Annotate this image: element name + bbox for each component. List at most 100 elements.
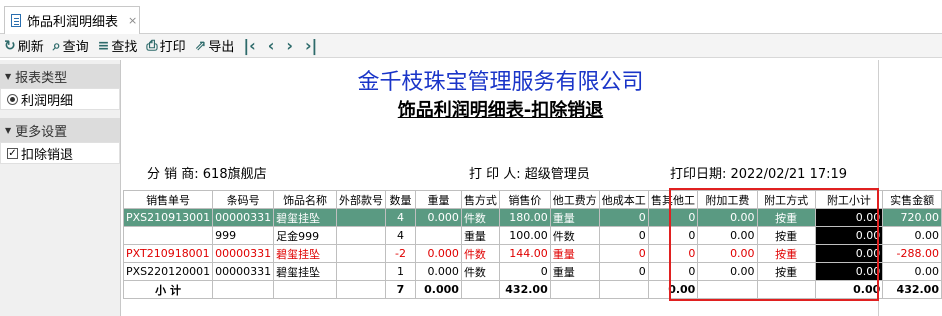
table-cell: 重量 bbox=[460, 226, 500, 245]
export-button[interactable]: ⇗ 导出 bbox=[194, 36, 235, 56]
checkbox-deduct-returns[interactable]: ✓ 扣除销退 bbox=[0, 142, 120, 164]
column-header[interactable]: 售方式 bbox=[460, 190, 500, 209]
table-cell: 432.00 bbox=[882, 280, 942, 299]
table-cell: 件数 bbox=[460, 244, 500, 263]
export-label: 导出 bbox=[208, 40, 235, 55]
table-cell: 重量 bbox=[549, 208, 600, 227]
table-cell: 碧玺挂坠 bbox=[273, 262, 337, 281]
first-page-icon[interactable]: |‹ bbox=[243, 36, 255, 55]
distributor-label: 分 销 商: 618旗舰店 bbox=[147, 167, 267, 182]
table-cell: 0 bbox=[498, 262, 551, 281]
column-header[interactable]: 实售金额 bbox=[882, 190, 942, 209]
table-cell: 0.000 bbox=[415, 262, 462, 281]
table-cell bbox=[598, 280, 649, 299]
column-header[interactable]: 数量 bbox=[385, 190, 416, 209]
column-header[interactable]: 条码号 bbox=[212, 190, 275, 209]
table-cell: PXS210913001 bbox=[122, 208, 214, 227]
table-cell bbox=[336, 262, 386, 281]
export-icon: ⇗ bbox=[194, 37, 207, 54]
document-icon bbox=[11, 14, 21, 27]
table-cell bbox=[549, 280, 600, 299]
report-title: 饰品利润明细表-扣除销退 bbox=[397, 100, 604, 121]
table-cell: 144.00 bbox=[498, 244, 551, 263]
table-cell bbox=[212, 280, 275, 299]
table-cell: 0 bbox=[598, 262, 649, 281]
toolbar: ↻ 刷新 ⌕ 查询 ≡ 查找 ⎙ 打印 ⇗ 导出 |‹ ‹ › ›| bbox=[0, 34, 942, 58]
report-area: 金千枝珠宝管理服务有限公司 饰品利润明细表-扣除销退 分 销 商: 618旗舰店… bbox=[122, 60, 942, 316]
column-header[interactable]: 他成本工 bbox=[598, 190, 649, 209]
collapse-icon: ▼ bbox=[5, 125, 12, 135]
find-icon: ≡ bbox=[97, 37, 110, 54]
table-cell: 0 bbox=[598, 226, 649, 245]
table-cell: 碧玺挂坠 bbox=[273, 244, 337, 263]
table-cell: 0.000 bbox=[415, 280, 462, 299]
collapse-icon: ▼ bbox=[5, 71, 12, 81]
query-button[interactable]: ⌕ 查询 bbox=[52, 36, 89, 56]
checkbox-icon: ✓ bbox=[7, 147, 18, 159]
table-cell bbox=[122, 226, 214, 245]
print-button[interactable]: ⎙ 打印 bbox=[146, 36, 186, 56]
column-header[interactable]: 重量 bbox=[415, 190, 462, 209]
search-icon: ⌕ bbox=[52, 37, 61, 54]
table-cell: 重量 bbox=[549, 262, 600, 281]
last-page-icon[interactable]: ›| bbox=[305, 36, 317, 55]
print-date-label: 打印日期: 2022/02/21 17:19 bbox=[670, 167, 848, 182]
table-cell: 碧玺挂坠 bbox=[273, 208, 337, 227]
column-header[interactable]: 他工费方 bbox=[549, 190, 600, 209]
option-label: 利润明细 bbox=[21, 93, 74, 109]
company-name: 金千枝珠宝管理服务有限公司 bbox=[357, 70, 644, 95]
next-page-icon[interactable]: › bbox=[286, 36, 293, 55]
section-report-type[interactable]: ▼ 报表类型 bbox=[0, 64, 120, 88]
table-cell: -2 bbox=[385, 244, 416, 263]
table-cell: 999 bbox=[212, 226, 275, 245]
table-cell: 小 计 bbox=[122, 280, 214, 299]
table-cell: PXT210918001 bbox=[122, 244, 214, 263]
refresh-icon: ↻ bbox=[4, 37, 16, 54]
radio-icon bbox=[7, 93, 18, 105]
column-header[interactable]: 销售单号 bbox=[122, 190, 214, 209]
query-label: 查询 bbox=[62, 40, 89, 55]
print-label: 打印 bbox=[159, 40, 186, 55]
prev-page-icon[interactable]: ‹ bbox=[268, 36, 275, 55]
table-cell bbox=[415, 226, 462, 245]
close-icon[interactable]: × bbox=[128, 14, 137, 27]
column-header[interactable]: 外部款号 bbox=[336, 190, 386, 209]
highlight-box bbox=[669, 188, 879, 301]
table-cell: 4 bbox=[385, 226, 416, 245]
table-cell: 0 bbox=[598, 208, 649, 227]
sidebar: ▼ 报表类型 利润明细 ▼ 更多设置 ✓ 扣除销退 bbox=[0, 60, 121, 316]
table-cell: 00000331 bbox=[212, 208, 275, 227]
printer-icon: ⎙ bbox=[146, 37, 158, 54]
table-cell bbox=[336, 244, 386, 263]
table-cell: 件数 bbox=[549, 226, 600, 245]
table-cell bbox=[460, 280, 500, 299]
table-cell bbox=[336, 280, 386, 299]
table-cell: 0.000 bbox=[415, 208, 462, 227]
section-more-settings[interactable]: ▼ 更多设置 bbox=[0, 118, 120, 142]
tab-label: 饰品利润明细表 bbox=[27, 15, 119, 30]
table-cell: 0.00 bbox=[882, 226, 942, 245]
table-cell: 4 bbox=[385, 208, 416, 227]
table-cell bbox=[273, 280, 337, 299]
tab-profit-detail[interactable]: 饰品利润明细表 × bbox=[4, 6, 140, 34]
refresh-label: 刷新 bbox=[17, 40, 44, 55]
radio-profit-detail[interactable]: 利润明细 bbox=[0, 88, 120, 110]
section-label: 报表类型 bbox=[15, 70, 68, 86]
table-cell: 720.00 bbox=[882, 208, 942, 227]
tab-bar: 饰品利润明细表 × bbox=[0, 0, 942, 34]
option-label: 扣除销退 bbox=[21, 147, 74, 163]
table-cell: 00000331 bbox=[212, 244, 275, 263]
table-cell: 0.00 bbox=[882, 262, 942, 281]
table-cell: 足金999 bbox=[273, 226, 337, 245]
table-cell: 0.000 bbox=[415, 244, 462, 263]
table-cell: 件数 bbox=[460, 262, 500, 281]
table-cell: 180.00 bbox=[498, 208, 551, 227]
refresh-button[interactable]: ↻ 刷新 bbox=[4, 36, 44, 56]
table-cell: 7 bbox=[385, 280, 416, 299]
find-button[interactable]: ≡ 查找 bbox=[97, 36, 138, 56]
table-cell: 1 bbox=[385, 262, 416, 281]
column-header[interactable]: 饰品名称 bbox=[273, 190, 337, 209]
table-cell: PXS220120001 bbox=[122, 262, 214, 281]
table-cell: 100.00 bbox=[498, 226, 551, 245]
column-header[interactable]: 销售价 bbox=[498, 190, 551, 209]
